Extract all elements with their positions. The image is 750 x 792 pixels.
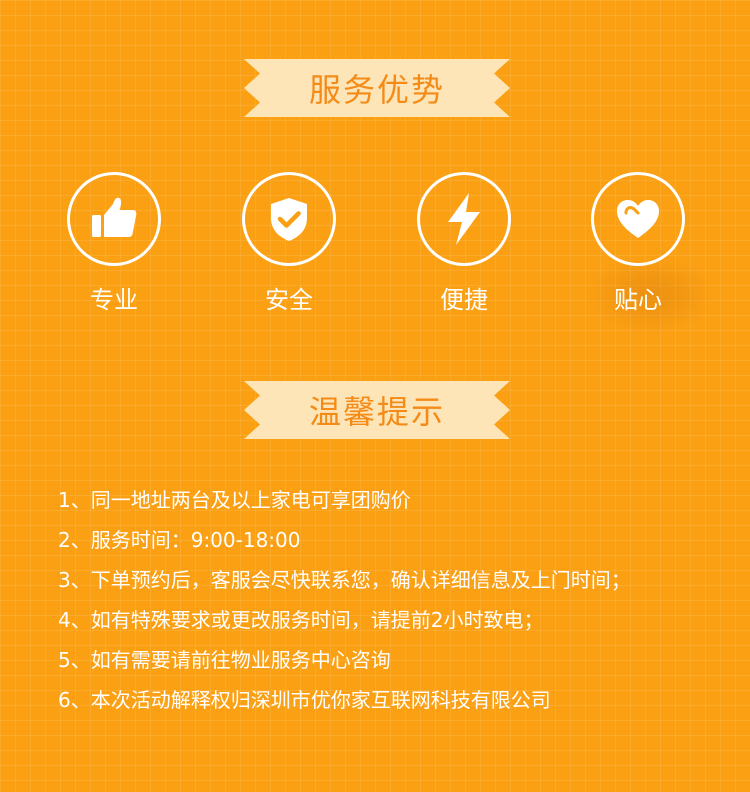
feature-label: 安全: [265, 286, 313, 314]
tip-item: 2、服务时间：9:00-18:00: [58, 528, 301, 552]
tip-item: 5、如有需要请前往物业服务中心咨询: [58, 648, 391, 672]
thumbs-up-icon: [92, 197, 137, 237]
section-title-tips: 温馨提示: [308, 393, 445, 431]
section-title-service: 服务优势: [308, 71, 445, 109]
feature-circle: [591, 172, 685, 266]
section-title-banner-tips: 温馨提示: [244, 381, 510, 439]
feature-label: 专业: [90, 286, 138, 314]
feature-safety: 安全: [239, 172, 339, 314]
section-title-banner-service: 服务优势: [244, 59, 510, 117]
feature-professional: 专业: [64, 172, 164, 314]
feature-circle: [67, 172, 161, 266]
feature-caring: 贴心: [588, 172, 688, 314]
feature-label: 贴心: [614, 286, 662, 314]
feature-circle: [242, 172, 336, 266]
feature-label: 便捷: [440, 286, 488, 314]
tips-list: 1、同一地址两台及以上家电可享团购价 2、服务时间：9:00-18:00 3、下…: [58, 486, 631, 726]
tip-item: 6、本次活动解释权归深圳市优你家互联网科技有限公司: [58, 688, 551, 712]
lightning-icon: [448, 193, 480, 245]
tip-item: 4、如有特殊要求或更改服务时间，请提前2小时致电；: [58, 608, 544, 632]
shield-check-icon: [271, 198, 307, 241]
heart-icon: [617, 200, 659, 238]
feature-circle: [417, 172, 511, 266]
tip-item: 3、下单预约后，客服会尽快联系您，确认详细信息及上门时间；: [58, 568, 631, 592]
tip-item: 1、同一地址两台及以上家电可享团购价: [58, 488, 411, 512]
feature-convenience: 便捷: [414, 172, 514, 314]
